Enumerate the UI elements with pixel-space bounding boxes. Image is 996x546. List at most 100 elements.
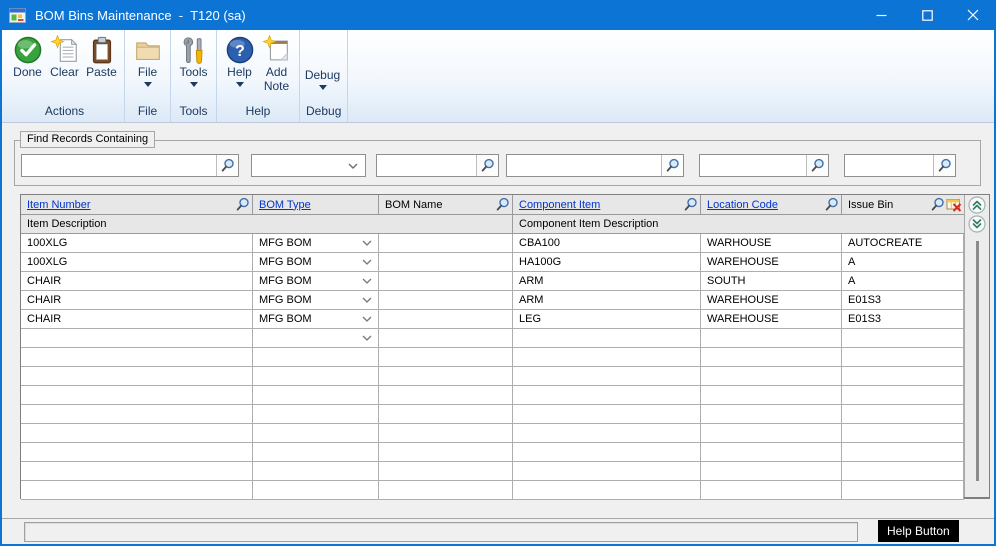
expand-all-rows-button[interactable] (968, 215, 986, 233)
close-icon (967, 9, 979, 21)
find-bom-type-combo[interactable] (251, 154, 366, 177)
header-location-code: Location Code (701, 195, 842, 214)
table-row-empty (21, 481, 964, 500)
cell-item-number[interactable] (21, 329, 253, 347)
cell-bom-name[interactable] (379, 329, 513, 347)
table-row: CHAIR MFG BOM ARM WAREHOUSE E01S3 (21, 291, 964, 310)
bom-type-value: MFG BOM (259, 294, 312, 306)
cell-item-number[interactable]: 100XLG (21, 253, 253, 271)
cell-issue-bin[interactable]: E01S3 (842, 291, 964, 309)
chevron-down-icon (319, 85, 327, 90)
cell-component-item[interactable]: LEG (513, 310, 701, 328)
cell-bom-type-dropdown[interactable] (253, 329, 379, 347)
file-menu-button[interactable]: File (129, 32, 166, 87)
maximize-button[interactable] (904, 0, 950, 30)
header-item-number-link[interactable]: Item Number (27, 199, 91, 211)
grid-header-row: Item Number BOM Type BOM Name (21, 195, 964, 215)
ribbon-group-label-debug: Debug (304, 101, 343, 122)
cell-bom-type-dropdown[interactable]: MFG BOM (253, 234, 379, 252)
paste-button[interactable]: Paste (83, 32, 120, 80)
close-button[interactable] (950, 0, 996, 30)
cell-location-code[interactable]: SOUTH (701, 272, 842, 290)
cell-issue-bin[interactable]: E01S3 (842, 310, 964, 328)
find-component-item-lookup-button[interactable] (661, 155, 683, 176)
find-component-item-input[interactable] (507, 155, 661, 176)
header-bom-type-link[interactable]: BOM Type (259, 199, 311, 211)
chevron-down-icon (362, 240, 372, 246)
cell-bom-type-dropdown[interactable]: MFG BOM (253, 253, 379, 271)
cell-component-item[interactable]: HA100G (513, 253, 701, 271)
find-location-code-field (699, 154, 829, 177)
collapse-all-rows-button[interactable] (968, 196, 986, 214)
empty-cell (379, 424, 513, 442)
cell-issue-bin[interactable] (842, 329, 964, 347)
cell-issue-bin[interactable]: A (842, 253, 964, 271)
cell-bom-type-dropdown[interactable]: MFG BOM (253, 291, 379, 309)
cell-component-item[interactable]: ARM (513, 272, 701, 290)
cell-item-number[interactable]: 100XLG (21, 234, 253, 252)
cell-issue-bin[interactable]: AUTOCREATE (842, 234, 964, 252)
svg-text:?: ? (235, 43, 245, 60)
find-issue-bin-lookup-button[interactable] (933, 155, 955, 176)
debug-menu-button[interactable]: Debug (304, 32, 341, 90)
empty-cell (842, 443, 964, 461)
find-bom-name-lookup-button[interactable] (476, 155, 498, 176)
clear-button[interactable]: Clear (46, 32, 83, 80)
find-item-number-lookup-button[interactable] (216, 155, 238, 176)
find-location-code-lookup-button[interactable] (806, 155, 828, 176)
cell-location-code[interactable]: WAREHOUSE (701, 253, 842, 271)
empty-cell (513, 424, 701, 442)
empty-cell (21, 481, 253, 499)
cell-item-number[interactable]: CHAIR (21, 291, 253, 309)
cell-component-item[interactable] (513, 329, 701, 347)
cell-bom-type-dropdown[interactable]: MFG BOM (253, 310, 379, 328)
tools-menu-button[interactable]: Tools (175, 32, 212, 87)
empty-cell (701, 386, 842, 404)
cell-issue-bin[interactable]: A (842, 272, 964, 290)
header-component-item-lookup-button[interactable] (683, 197, 698, 212)
empty-cell (379, 481, 513, 499)
header-component-item-link[interactable]: Component Item (519, 199, 600, 211)
cell-location-code[interactable]: WAREHOUSE (701, 291, 842, 309)
table-row-empty (21, 367, 964, 386)
add-note-button[interactable]: Add Note (258, 32, 295, 94)
header-bom-name-lookup-button[interactable] (495, 197, 510, 212)
cell-component-item[interactable]: CBA100 (513, 234, 701, 252)
help-menu-button[interactable]: ? Help (221, 32, 258, 87)
find-bom-name-input[interactable] (377, 155, 476, 176)
empty-cell (253, 424, 379, 442)
cell-location-code[interactable]: WAREHOUSE (701, 310, 842, 328)
header-location-code-link[interactable]: Location Code (707, 199, 778, 211)
cell-bom-name[interactable] (379, 310, 513, 328)
empty-cell (842, 462, 964, 480)
cell-bom-name[interactable] (379, 253, 513, 271)
grid-vertical-scrollbar[interactable] (976, 241, 979, 481)
find-location-code-input[interactable] (700, 155, 806, 176)
cell-bom-type-dropdown[interactable]: MFG BOM (253, 272, 379, 290)
find-issue-bin-input[interactable] (845, 155, 933, 176)
find-item-number-input[interactable] (22, 155, 216, 176)
ribbon-group-label-tools: Tools (175, 101, 212, 122)
minimize-button[interactable] (858, 0, 904, 30)
remove-bin-button[interactable] (946, 197, 962, 213)
chevron-down-icon (190, 82, 198, 87)
app-window-icon (9, 8, 26, 23)
cell-location-code[interactable]: WARHOUSE (701, 234, 842, 252)
header-issue-bin-lookup-button[interactable] (930, 197, 945, 212)
empty-cell (379, 462, 513, 480)
cell-component-item[interactable]: ARM (513, 291, 701, 309)
cell-bom-name[interactable] (379, 272, 513, 290)
cell-item-number[interactable]: CHAIR (21, 310, 253, 328)
cell-bom-name[interactable] (379, 234, 513, 252)
header-item-number-lookup-button[interactable] (235, 197, 250, 212)
tools-icon (179, 35, 209, 65)
empty-cell (842, 386, 964, 404)
table-row: 100XLG MFG BOM HA100G WAREHOUSE A (21, 253, 964, 272)
cell-location-code[interactable] (701, 329, 842, 347)
cell-bom-name[interactable] (379, 291, 513, 309)
header-location-code-lookup-button[interactable] (824, 197, 839, 212)
done-button[interactable]: Done (9, 32, 46, 80)
table-row-empty (21, 386, 964, 405)
ribbon-toolbar: Done Clear (2, 30, 994, 123)
cell-item-number[interactable]: CHAIR (21, 272, 253, 290)
